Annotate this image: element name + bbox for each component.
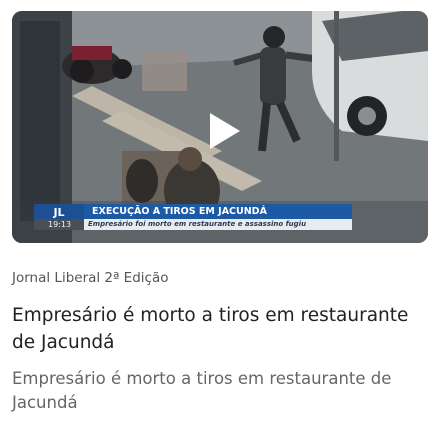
news-lower-third: JL 19:13 EXECUÇÃO A TIROS EM JACUNDÁ Emp…	[34, 204, 354, 230]
channel-logo: JL 19:13	[34, 204, 84, 230]
jl-logo-icon: JL	[52, 206, 64, 218]
program-name: Jornal Liberal 2ª Edição	[12, 270, 169, 286]
article-summary: Empresário é morto a tiros em restaurant…	[12, 369, 392, 412]
article-title[interactable]: Empresário é morto a tiros em restaurant…	[12, 302, 412, 356]
news-card: JL 19:13 EXECUÇÃO A TIROS EM JACUNDÁ Emp…	[0, 0, 439, 428]
broadcast-time: 19:13	[34, 219, 84, 230]
lower-third-headline: EXECUÇÃO A TIROS EM JACUNDÁ	[84, 204, 352, 219]
svg-text:JL: JL	[52, 206, 64, 218]
lower-third-subline: Empresário foi morto em restaurante e as…	[84, 219, 352, 230]
play-icon[interactable]	[196, 105, 248, 157]
video-thumbnail[interactable]: JL 19:13 EXECUÇÃO A TIROS EM JACUNDÁ Emp…	[12, 11, 428, 243]
